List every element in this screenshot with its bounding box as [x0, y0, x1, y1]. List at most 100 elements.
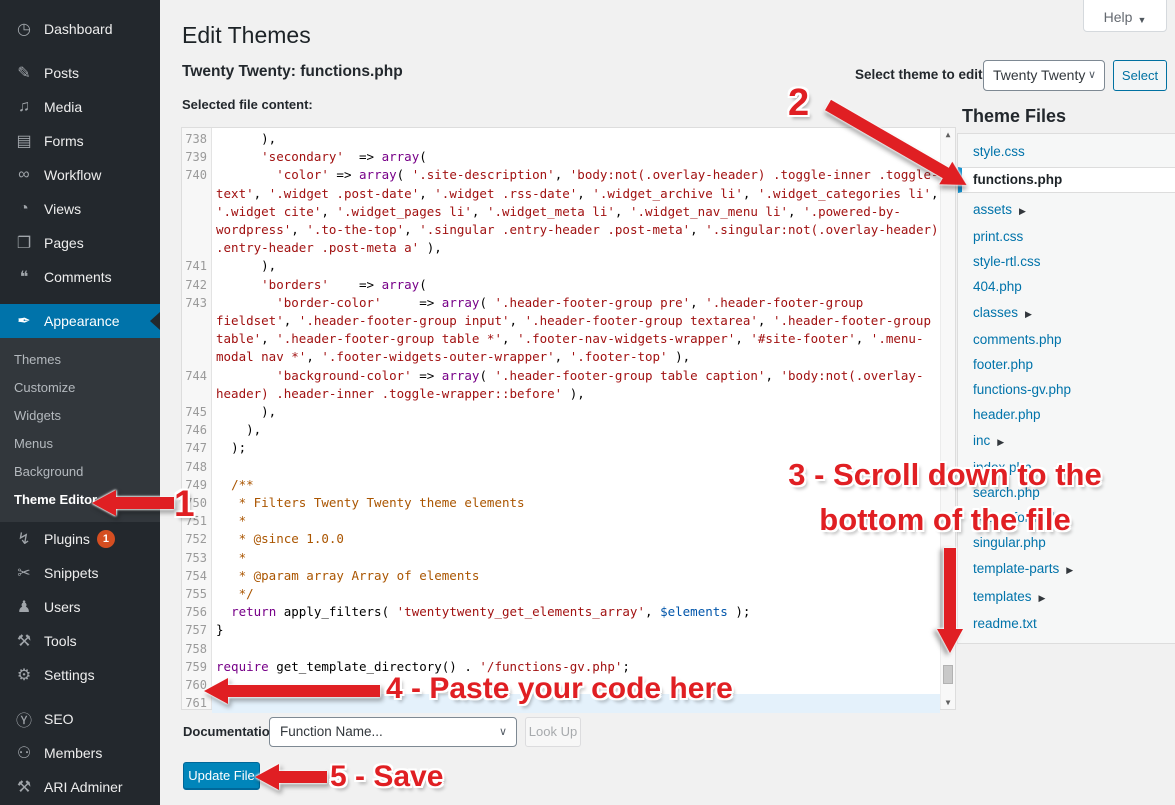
sidebar-item-theme-editor[interactable]: Theme Editor: [0, 486, 160, 514]
documentation-dropdown[interactable]: Function Name... ∨: [269, 717, 517, 747]
sidebar-item-label: Comments: [44, 269, 112, 285]
theme-select-value: Twenty Twenty: [993, 67, 1085, 83]
lookup-button[interactable]: Look Up: [525, 717, 581, 747]
page-title: Edit Themes: [182, 22, 311, 49]
sidebar-item-label: Views: [44, 201, 81, 217]
file-name: style-rtl.css: [973, 254, 1041, 269]
select-theme-button[interactable]: Select: [1113, 60, 1167, 91]
code-token: ,: [856, 331, 871, 346]
code-token: ),: [216, 131, 276, 146]
code-token: ,: [645, 604, 660, 619]
scroll-down-icon[interactable]: ▼: [941, 698, 955, 707]
sidebar-item-label: Snippets: [44, 565, 98, 581]
help-label: Help: [1104, 9, 1133, 25]
sidebar-item-pages[interactable]: ❐Pages: [0, 226, 160, 260]
code-editor[interactable]: 738 ),739 'secondary' => array(740 'colo…: [181, 127, 956, 710]
sidebar-item-workflow[interactable]: ∞Workflow: [0, 158, 160, 192]
theme-file-footer.php[interactable]: footer.php: [958, 352, 1175, 377]
dashboard-icon: ◷: [13, 19, 35, 39]
editor-scrollbar[interactable]: ▲ ▼: [940, 128, 955, 709]
sidebar-item-ari-adminer[interactable]: ⚒ARI Adminer: [0, 770, 160, 804]
sidebar-item-seo[interactable]: ⓎSEO: [0, 702, 160, 736]
sidebar-item-label: Posts: [44, 65, 79, 81]
code-token: ),: [419, 240, 442, 255]
theme-folder-assets[interactable]: assets▶: [958, 196, 1175, 224]
code-text: ),: [212, 130, 940, 148]
code-text: 'background-color' => array( '.header-fo…: [212, 367, 940, 403]
sidebar-item-posts[interactable]: ✎Posts: [0, 56, 160, 90]
code-token: * Filters Twenty Twenty theme elements: [216, 495, 525, 510]
sidebar-item-label: Workflow: [44, 167, 101, 183]
sidebar-item-members[interactable]: ⚇Members: [0, 736, 160, 770]
theme-file-functions-gv.php[interactable]: functions-gv.php: [958, 377, 1175, 402]
code-token: ),: [668, 349, 691, 364]
line-number: 754: [182, 567, 212, 585]
theme-file-header.php[interactable]: header.php: [958, 402, 1175, 427]
sidebar-item-label: Pages: [44, 235, 84, 251]
update-file-button[interactable]: Update File: [183, 762, 260, 790]
sidebar-item-tools[interactable]: ⚒Tools: [0, 624, 160, 658]
sidebar-item-comments[interactable]: ❝Comments: [0, 260, 160, 294]
sidebar-item-snippets[interactable]: ✂Snippets: [0, 556, 160, 590]
code-line: 752 * @since 1.0.0: [182, 530, 940, 548]
code-text: 'border-color' => array( '.header-footer…: [212, 294, 940, 367]
annotation-step5-text: 5 - Save: [330, 760, 443, 794]
sidebar-item-plugins[interactable]: ↯Plugins1: [0, 522, 160, 556]
code-text: */: [212, 585, 940, 603]
theme-folder-classes[interactable]: classes▶: [958, 299, 1175, 327]
code-line: 760: [182, 676, 940, 694]
sidebar-item-label: Dashboard: [44, 21, 113, 37]
code-line: 743 'border-color' => array( '.header-fo…: [182, 294, 940, 367]
current-menu-arrow-icon: [150, 312, 160, 330]
sidebar-item-background[interactable]: Background: [0, 458, 160, 486]
theme-file-functions.php[interactable]: functions.php: [958, 167, 1175, 193]
sidebar-item-settings[interactable]: ⚙Settings: [0, 658, 160, 692]
theme-folder-inc[interactable]: inc▶: [958, 427, 1175, 455]
theme-select-label: Select theme to edit:: [855, 67, 987, 82]
code-token: '.to-the-top': [306, 222, 404, 237]
sidebar-item-themes[interactable]: Themes: [0, 346, 160, 374]
sidebar-item-dashboard[interactable]: ◷ Dashboard: [0, 12, 160, 46]
code-token: ,: [261, 331, 276, 346]
code-line: 744 'background-color' => array( '.heade…: [182, 367, 940, 403]
sidebar-item-media[interactable]: ♫Media: [0, 90, 160, 124]
line-number: 745: [182, 403, 212, 421]
sidebar-item-customize[interactable]: Customize: [0, 374, 160, 402]
theme-file-print.css[interactable]: print.css: [958, 224, 1175, 249]
sidebar-item-label: Plugins: [44, 531, 90, 547]
editor-scrollbar-thumb[interactable]: [943, 665, 953, 684]
scroll-up-icon[interactable]: ▲: [941, 130, 955, 139]
theme-file-style.css[interactable]: style.css: [958, 139, 1175, 164]
theme-file-index.php[interactable]: index.php: [958, 455, 1175, 480]
selected-file-label: Selected file content:: [182, 97, 313, 112]
code-token: '.singular .entry-header .post-meta': [419, 222, 690, 237]
theme-file-404.php[interactable]: 404.php: [958, 274, 1175, 299]
theme-file-readme.txt[interactable]: readme.txt: [958, 611, 1175, 636]
sidebar-item-widgets[interactable]: Widgets: [0, 402, 160, 430]
line-number: 758: [182, 640, 212, 658]
theme-file-singular.php[interactable]: singular.php: [958, 530, 1175, 555]
theme-folder-template-parts[interactable]: template-parts▶: [958, 555, 1175, 583]
sidebar-item-appearance[interactable]: ✒Appearance: [0, 304, 160, 338]
theme-folder-templates[interactable]: templates▶: [958, 583, 1175, 611]
sidebar-item-views[interactable]: ◔Views: [0, 192, 160, 226]
code-line: 755 */: [182, 585, 940, 603]
sidebar-item-menus[interactable]: Menus: [0, 430, 160, 458]
help-button[interactable]: Help ▼: [1083, 0, 1167, 32]
theme-select-dropdown[interactable]: Twenty Twenty ∨: [983, 60, 1105, 91]
sidebar-item-users[interactable]: ♟Users: [0, 590, 160, 624]
theme-file-comments.php[interactable]: comments.php: [958, 327, 1175, 352]
theme-file-search.php[interactable]: search.php: [958, 480, 1175, 505]
file-name: assets: [973, 202, 1012, 217]
chevron-down-icon: ▼: [1137, 15, 1146, 25]
line-number: 746: [182, 421, 212, 439]
theme-file-style-rtl.css[interactable]: style-rtl.css: [958, 249, 1175, 274]
code-token: ,: [472, 204, 487, 219]
folder-expand-icon: ▶: [1025, 309, 1032, 319]
theme-file-searchform.php[interactable]: searchform.php: [958, 505, 1175, 530]
code-token: '.footer-top': [570, 349, 668, 364]
code-token: * @since 1.0.0: [216, 531, 344, 546]
code-text: * @since 1.0.0: [212, 530, 940, 548]
line-number: 740: [182, 166, 212, 257]
sidebar-item-forms[interactable]: ▤Forms: [0, 124, 160, 158]
